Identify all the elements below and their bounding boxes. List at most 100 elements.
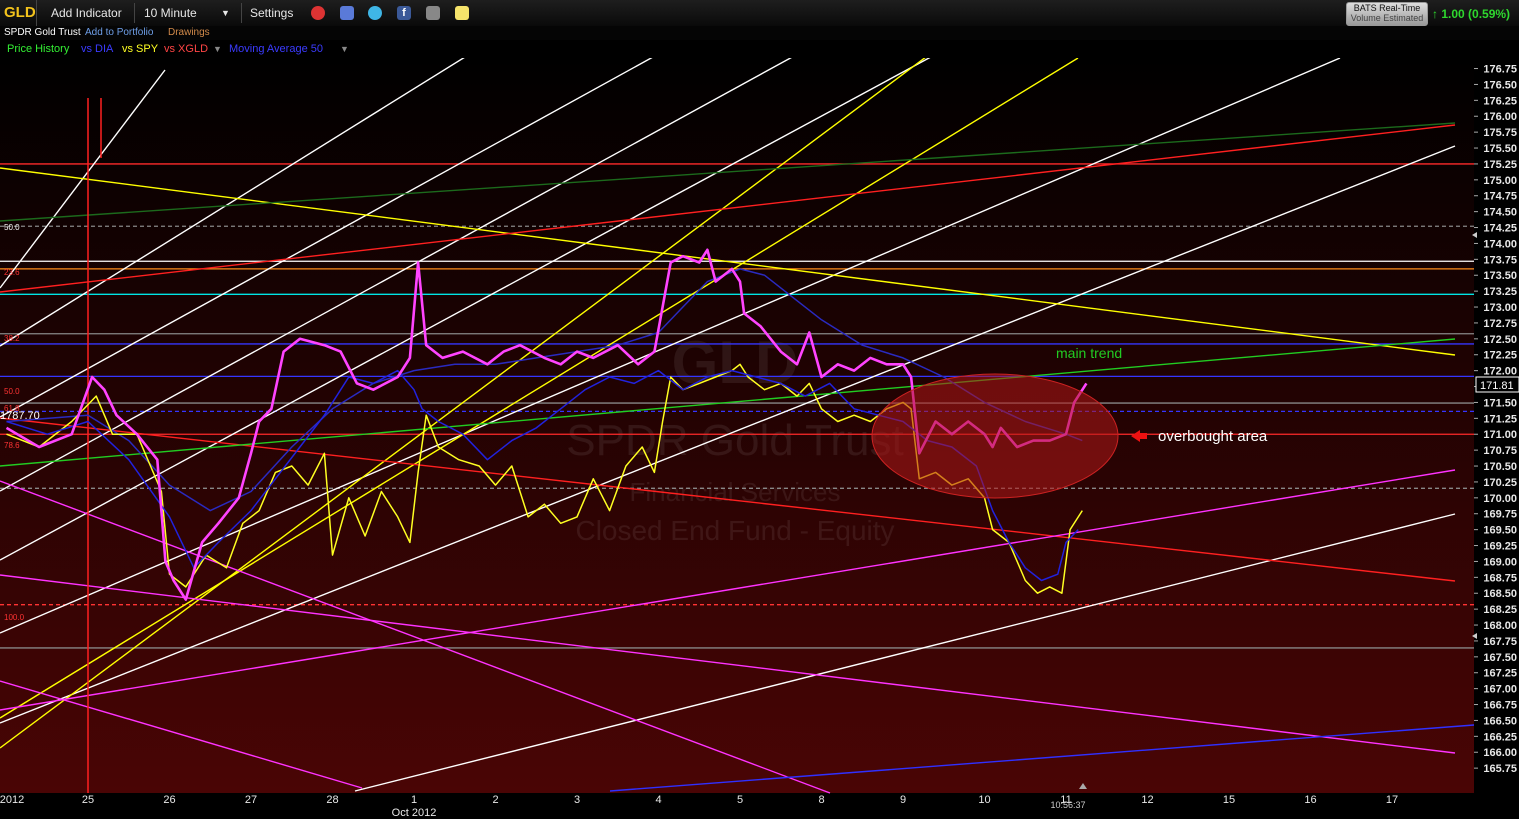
y-tick-label: 166.00 bbox=[1483, 747, 1517, 759]
y-tick-label: 173.25 bbox=[1483, 286, 1517, 298]
fib-label: 50.0 bbox=[4, 387, 20, 396]
drawings-link[interactable]: Drawings bbox=[168, 26, 210, 40]
y-tick-label: 176.25 bbox=[1483, 95, 1517, 107]
y-tick-label: 172.50 bbox=[1483, 334, 1517, 346]
y-tick-label: 168.25 bbox=[1483, 604, 1517, 616]
y-tick-label: 173.75 bbox=[1483, 254, 1517, 266]
interval-select[interactable]: 10 Minute bbox=[144, 0, 197, 26]
security-title: SPDR Gold Trust bbox=[4, 27, 81, 38]
fib-label: 38.2 bbox=[4, 334, 20, 343]
y-tick-label: 169.00 bbox=[1483, 556, 1517, 568]
y-tick-label: 176.50 bbox=[1483, 79, 1517, 91]
symbol-label[interactable]: GLD bbox=[4, 0, 37, 26]
twitter-icon[interactable] bbox=[368, 6, 382, 20]
x-tick-label: 2 bbox=[492, 794, 498, 806]
y-tick-label: 170.25 bbox=[1483, 477, 1517, 489]
y-tick-label: 167.00 bbox=[1483, 684, 1517, 696]
chevron-down-icon[interactable]: ▼ bbox=[213, 41, 222, 57]
y-tick-label: 165.75 bbox=[1483, 763, 1517, 775]
legend-moving-average[interactable]: Moving Average 50 bbox=[229, 41, 323, 57]
x-tick-label: 10 bbox=[978, 794, 990, 806]
y-tick-label: 169.50 bbox=[1483, 525, 1517, 537]
y-tick-label: 169.75 bbox=[1483, 509, 1517, 521]
y-tick-label: 170.00 bbox=[1483, 493, 1517, 505]
sticky-note-icon[interactable] bbox=[455, 6, 469, 20]
y-tick-label: 170.50 bbox=[1483, 461, 1517, 473]
x-tick-label: 8 bbox=[818, 794, 824, 806]
x-tick-label: 17 bbox=[1386, 794, 1398, 806]
y-tick-label: 175.00 bbox=[1483, 175, 1517, 187]
x-tick-label: 25 bbox=[82, 794, 94, 806]
x-tick-label: 4 bbox=[655, 794, 661, 806]
settings-button[interactable]: Settings bbox=[250, 0, 293, 26]
y-tick-label: 166.50 bbox=[1483, 715, 1517, 727]
x-tick-label: 3 bbox=[574, 794, 580, 806]
arrow-up-icon: ↑ bbox=[1432, 7, 1438, 21]
toolbar-divider bbox=[241, 3, 242, 23]
bats-line2: Volume Estimated bbox=[1350, 13, 1424, 23]
y-tick-label: 176.00 bbox=[1483, 111, 1517, 123]
alarm-clock-icon[interactable] bbox=[311, 6, 325, 20]
y-tick-label: 166.25 bbox=[1483, 731, 1517, 743]
y-tick-label: 169.25 bbox=[1483, 541, 1517, 553]
x-tick-label: 16 bbox=[1304, 794, 1316, 806]
y-tick-label: 173.50 bbox=[1483, 270, 1517, 282]
y-tick-label: 176.75 bbox=[1483, 64, 1517, 76]
fib-label: 78.6 bbox=[4, 441, 20, 450]
y-tick-label: 171.25 bbox=[1483, 413, 1517, 425]
legend-vs-xgld[interactable]: vs XGLD bbox=[164, 41, 208, 57]
overbought-ellipse bbox=[871, 373, 1119, 499]
toolbar-divider bbox=[134, 3, 135, 23]
price-marker-label: 171.81 bbox=[1480, 380, 1514, 392]
y-tick-label: 166.75 bbox=[1483, 700, 1517, 712]
y-tick-label: 172.00 bbox=[1483, 366, 1517, 378]
bats-line1: BATS Real-Time bbox=[1353, 3, 1421, 13]
legend-vs-dia[interactable]: vs DIA bbox=[81, 41, 113, 57]
fib-label: 50.0 bbox=[4, 223, 20, 232]
bats-realtime-badge: BATS Real-Time Volume Estimated bbox=[1346, 2, 1428, 26]
y-tick-label: 172.25 bbox=[1483, 350, 1517, 362]
y-tick-label: 170.75 bbox=[1483, 445, 1517, 457]
y-tick-label: 172.75 bbox=[1483, 318, 1517, 330]
y-tick-label: 167.75 bbox=[1483, 636, 1517, 648]
y-tick-label: 168.75 bbox=[1483, 572, 1517, 584]
facebook-icon[interactable]: f bbox=[397, 6, 411, 20]
y-tick-label: 171.50 bbox=[1483, 397, 1517, 409]
add-indicator-button[interactable]: Add Indicator bbox=[51, 0, 122, 26]
x-tick-label: 9 bbox=[900, 794, 906, 806]
left-value-label: 1787.70 bbox=[0, 410, 40, 422]
x-tick-label: 15 bbox=[1223, 794, 1235, 806]
fib-label: 100.0 bbox=[4, 613, 25, 622]
watermark-name: SPDR Gold Trust bbox=[566, 416, 903, 465]
watermark-type: Closed End Fund - Equity bbox=[575, 515, 894, 546]
y-tick-label: 175.75 bbox=[1483, 127, 1517, 139]
toolbar: GLD Add Indicator 10 Minute ▼ Settings f… bbox=[0, 0, 1519, 27]
x-tick-label: Oct 2012 bbox=[392, 807, 437, 819]
add-to-portfolio-link[interactable]: Add to Portfolio bbox=[85, 26, 153, 40]
x-tick-label: 28 bbox=[326, 794, 338, 806]
chevron-down-icon[interactable]: ▼ bbox=[340, 41, 349, 57]
y-tick-label: 175.25 bbox=[1483, 159, 1517, 171]
y-tick-label: 171.00 bbox=[1483, 429, 1517, 441]
legend-vs-spy[interactable]: vs SPY bbox=[122, 41, 158, 57]
y-tick-label: 167.50 bbox=[1483, 652, 1517, 664]
x-tick-label: 5 bbox=[737, 794, 743, 806]
chevron-down-icon[interactable]: ▼ bbox=[221, 0, 230, 26]
y-tick-label: 174.25 bbox=[1483, 223, 1517, 235]
x-tick-label: 2012 bbox=[0, 794, 24, 806]
y-tick-label: 168.00 bbox=[1483, 620, 1517, 632]
y-tick-label: 167.25 bbox=[1483, 668, 1517, 680]
price-change-value: 1.00 (0.59%) bbox=[1441, 7, 1511, 21]
price-chart[interactable]: GLD SPDR Gold Trust Financial Services C… bbox=[0, 58, 1519, 819]
y-tick-label: 173.00 bbox=[1483, 302, 1517, 314]
sub-header: SPDR Gold Trust Add to Portfolio Drawing… bbox=[0, 26, 1519, 40]
x-tick-label: 27 bbox=[245, 794, 257, 806]
x-tick-label: 1 bbox=[411, 794, 417, 806]
notes-icon[interactable] bbox=[340, 6, 354, 20]
overbought-label: overbought area bbox=[1158, 428, 1268, 445]
y-tick-label: 175.50 bbox=[1483, 143, 1517, 155]
camera-icon[interactable] bbox=[426, 6, 440, 20]
fib-label: 23.6 bbox=[4, 268, 20, 277]
x-tick-label: 12 bbox=[1141, 794, 1153, 806]
legend-price-history[interactable]: Price History bbox=[7, 41, 69, 57]
